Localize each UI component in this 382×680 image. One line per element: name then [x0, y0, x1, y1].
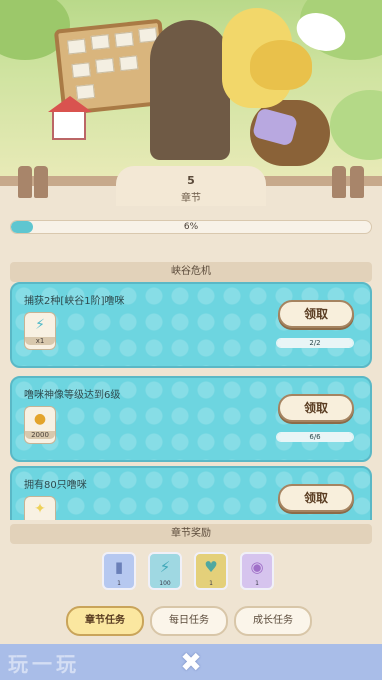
- chapter-reward-item[interactable]: ♥ 1: [194, 552, 228, 590]
- quest-progress-bar: 6/6: [276, 432, 354, 442]
- puzzle-icon: ✦: [34, 501, 46, 517]
- reward-qty: 1: [117, 580, 121, 587]
- chapter-rewards: ▮ 1 ⚡ 100 ♥ 1 ◉ 1: [98, 552, 288, 594]
- chapter-number: 5: [187, 174, 195, 187]
- chapter-progress-text: 6%: [183, 222, 199, 232]
- tab-daily-tasks[interactable]: 每日任务: [150, 606, 228, 636]
- section-title: 峡谷危机: [10, 262, 372, 282]
- claim-button[interactable]: 领取: [278, 300, 354, 328]
- claim-button[interactable]: 领取: [278, 484, 354, 512]
- quest-title: 拥有80只噜咪: [24, 480, 87, 491]
- potion-icon: ◉: [250, 558, 264, 576]
- coin-icon: ●: [33, 411, 47, 427]
- quest-progress-bar: 2/2: [276, 338, 354, 348]
- tab-chapter-tasks[interactable]: 章节任务: [66, 606, 144, 636]
- creature-icon: ♥: [204, 558, 218, 576]
- chapter-label: 章节: [181, 193, 201, 204]
- chapter-reward-item[interactable]: ▮ 1: [102, 552, 136, 590]
- lightning-icon: ⚡: [159, 558, 171, 576]
- quest-title: 噜咪神像等级达到6级: [24, 390, 121, 401]
- chapter-reward-item[interactable]: ◉ 1: [240, 552, 274, 590]
- chapter-progress-bar: 6%: [10, 220, 372, 234]
- close-icon[interactable]: ✖: [176, 648, 206, 678]
- reward-qty: 1: [209, 580, 213, 587]
- quest-progress-text: 6/6: [309, 433, 321, 441]
- claim-button[interactable]: 领取: [278, 394, 354, 422]
- book-icon: ▮: [114, 558, 124, 576]
- chapter-illustration: [0, 0, 382, 178]
- quest-reward[interactable]: ● 2000: [24, 406, 56, 444]
- quest-reward[interactable]: ✦: [24, 496, 56, 520]
- quest-reward-qty: x1: [25, 337, 55, 345]
- quest-reward-qty: 2000: [25, 431, 55, 439]
- twisted-tree: [150, 20, 230, 160]
- small-house: [48, 96, 92, 140]
- pelican-beak: [250, 40, 312, 90]
- quest-title: 捕获2种[峡谷1阶]噜咪: [24, 296, 125, 307]
- quest-card: 捕获2种[峡谷1阶]噜咪 ⚡ x1 领取 2/2: [10, 282, 372, 368]
- quest-progress-text: 2/2: [309, 339, 321, 347]
- tab-growth-tasks[interactable]: 成长任务: [234, 606, 312, 636]
- chapter-reward-item[interactable]: ⚡ 100: [148, 552, 182, 590]
- reward-qty: 100: [159, 580, 171, 587]
- task-tabs: 章节任务 每日任务 成长任务: [66, 606, 316, 638]
- lightning-icon: ⚡: [35, 317, 45, 333]
- chapter-badge: 5 章节: [116, 166, 266, 206]
- reward-qty: 1: [255, 580, 259, 587]
- quest-card: 拥有80只噜咪 ✦ 领取: [10, 466, 372, 520]
- chapter-reward-title: 章节奖励: [10, 524, 372, 544]
- quest-reward[interactable]: ⚡ x1: [24, 312, 56, 350]
- quest-list[interactable]: 捕获2种[峡谷1阶]噜咪 ⚡ x1 领取 2/2 噜咪神像等级达到6级 ● 20…: [10, 282, 372, 520]
- quest-card: 噜咪神像等级达到6级 ● 2000 领取 6/6: [10, 376, 372, 462]
- watermark: 玩一玩: [8, 652, 80, 676]
